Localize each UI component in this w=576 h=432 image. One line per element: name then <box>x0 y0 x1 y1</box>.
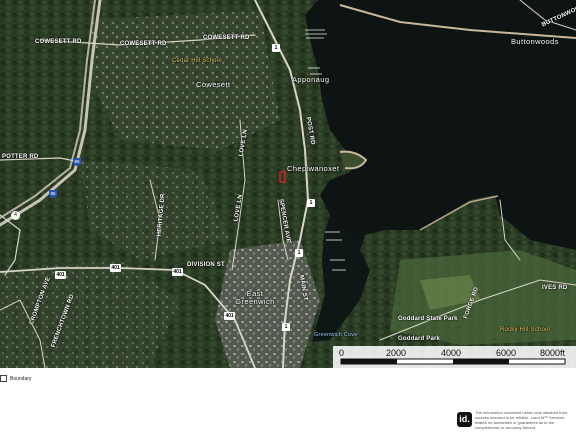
legend-label-boundary: Boundary <box>10 376 32 382</box>
route401-shield-icon: 401 <box>110 264 121 272</box>
place-label-cowesett: Cowesett <box>196 80 231 89</box>
i95-shield-icon: 95 <box>49 190 57 198</box>
i95-shield-icon: 95 <box>73 158 81 166</box>
water-label-greenwich-cove: Greenwich Cove <box>314 332 358 338</box>
poi-rocky-hill-school[interactable]: Rocky Hill School <box>500 327 550 333</box>
place-label-apponaug: Apponaug <box>292 75 330 84</box>
scale-bar: 0 2000 4000 6000 8000ft <box>333 346 576 368</box>
place-label-goddard-park: Goddard Park <box>398 336 441 342</box>
disclaimer-text: The information contained herein was obt… <box>475 410 568 430</box>
us1-shield-icon: 1 <box>295 249 303 257</box>
place-label-goddard-state-park: Goddard State Park <box>398 316 458 322</box>
us1-shield-icon: 1 <box>282 323 290 331</box>
place-label-east-greenwich: East Greenwich <box>235 289 275 306</box>
route401-shield-icon: 401 <box>224 312 235 320</box>
road-label-cowesett-rd: COWESETT RD <box>35 39 82 45</box>
us1-shield-icon: 1 <box>307 199 315 207</box>
road-label-division-st: DIVISION ST <box>187 262 225 268</box>
road-label-cowesett-rd-3: COWESETT RD <box>203 35 250 41</box>
route4-shield-icon: 4 <box>11 211 20 220</box>
road-label-cowesett-rd-2: COWESETT RD <box>120 41 167 47</box>
satellite-imagery <box>0 0 576 368</box>
route401-shield-icon: 401 <box>172 268 183 276</box>
route401-shield-icon: 401 <box>55 271 66 279</box>
map-view[interactable]: COWESETT RD COWESETT RD COWESETT RD Ceda… <box>0 0 576 368</box>
boundary-swatch-icon <box>0 375 7 382</box>
place-label-chepiwanoxet: Chepiwanoxet <box>287 164 340 173</box>
scale-bar-graphic <box>340 358 566 365</box>
land-id-logo: id. <box>457 412 472 427</box>
road-label-potter-rd: POTTER RD <box>2 154 39 160</box>
poi-cedar-hill-school[interactable]: Cedar Hill School <box>172 58 222 64</box>
us1-shield-icon: 1 <box>272 44 280 52</box>
place-label-buttonwoods: Buttonwoods <box>511 37 559 46</box>
road-label-ives-rd: IVES RD <box>542 285 568 291</box>
